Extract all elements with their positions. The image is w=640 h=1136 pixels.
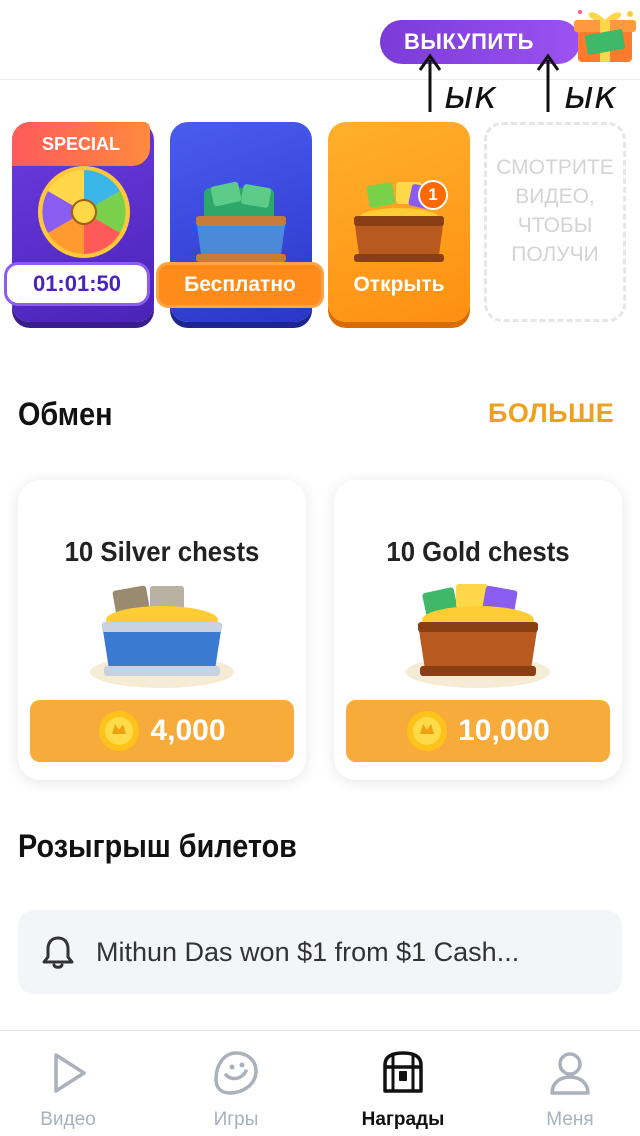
- nav-item-rewards[interactable]: Награды: [348, 1049, 458, 1136]
- games-icon: [214, 1051, 258, 1095]
- spin-timer: 01:01:50: [4, 262, 150, 306]
- exchange-section-title: Обмен: [18, 396, 113, 432]
- bell-icon: [42, 936, 74, 969]
- gold-chest-icon: [406, 584, 550, 688]
- handwriting-scribble: ык ык: [418, 53, 617, 114]
- svg-text:ык: ык: [444, 73, 497, 114]
- blue-chest-icon: [196, 181, 286, 262]
- nav-label: Игры: [213, 1109, 259, 1130]
- nav-label: Награды: [361, 1109, 445, 1130]
- coin-icon: [407, 711, 448, 751]
- user-icon: [550, 1052, 590, 1095]
- more-link[interactable]: БОЛЬШЕ: [488, 398, 614, 429]
- svg-text:ык: ык: [564, 73, 617, 114]
- open-chest-card[interactable]: Открыть: [328, 122, 470, 322]
- silver-chest-icon: [90, 585, 234, 688]
- offer-title: 10 Silver chests: [64, 536, 260, 567]
- watch-video-text: СМОТРИТЕ ВИДЕО, ЧТОБЫ ПОЛУЧИ: [496, 156, 614, 266]
- coin-icon: [99, 711, 140, 751]
- silver-chests-offer[interactable]: 10 Silver chests 4,000: [18, 480, 306, 780]
- nav-label: Видео: [40, 1109, 96, 1130]
- special-badge: SPECIAL: [12, 122, 150, 166]
- free-button[interactable]: Бесплатно: [156, 262, 324, 308]
- raffle-notice-bar[interactable]: Mithun Das won $1 from $1 Cash...: [18, 910, 622, 994]
- top-bar: ВЫКУПИТЬ ык ык: [0, 0, 640, 114]
- silver-price: 4,000: [150, 714, 226, 747]
- nav-item-video[interactable]: Видео: [13, 1049, 123, 1136]
- play-icon: [54, 1053, 86, 1093]
- bottom-nav: Видео Игры Награды Меня: [0, 1030, 640, 1136]
- open-button[interactable]: Открыть: [328, 262, 470, 308]
- silver-price-button[interactable]: 4,000: [30, 700, 294, 762]
- nav-item-me[interactable]: Меня: [515, 1049, 625, 1136]
- raffle-section-title: Розыгрыш билетов: [18, 828, 297, 864]
- gold-price: 10,000: [458, 714, 550, 747]
- raffle-notice-text: Mithun Das won $1 from $1 Cash...: [96, 936, 520, 967]
- gold-price-button[interactable]: 10,000: [346, 700, 610, 762]
- offer-title: 10 Gold chests: [386, 536, 570, 567]
- nav-item-games[interactable]: Игры: [181, 1049, 291, 1136]
- nav-label: Меня: [546, 1109, 594, 1130]
- chest-icon: [383, 1051, 423, 1093]
- mega-spin-wheel-icon: [38, 166, 130, 258]
- gold-chests-offer[interactable]: 10 Gold chests 10,000: [334, 480, 622, 780]
- watch-video-card[interactable]: СМОТРИТЕ ВИДЕО, ЧТОБЫ ПОЛУЧИ: [484, 122, 626, 322]
- chest-count-badge: 1: [418, 180, 448, 210]
